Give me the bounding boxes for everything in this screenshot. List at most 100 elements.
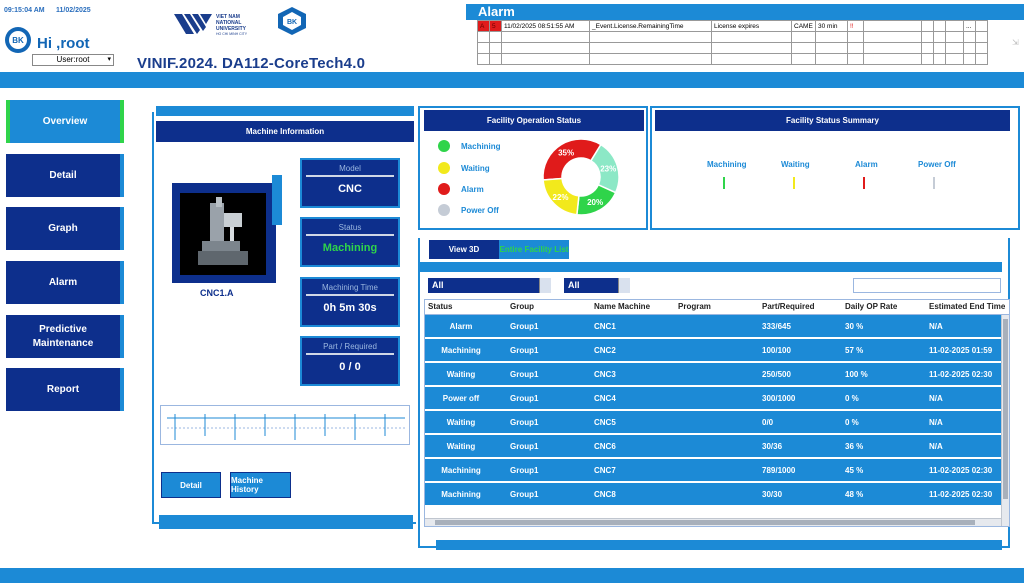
table-row[interactable]: Machining Group1 CNC2 100/100 57 % 11-02-2025… <box>425 339 1001 363</box>
col-name-machine[interactable]: Name Machine <box>594 302 650 311</box>
clock-date: 11/02/2025 <box>56 7 91 14</box>
cell-name-machine: CNC7 <box>594 466 616 475</box>
table-row[interactable]: Waiting Group1 CNC5 0/0 0 % N/A <box>425 411 1001 435</box>
cell-group: Group1 <box>510 394 539 403</box>
cell-daily-op-rate: 0 % <box>845 394 859 403</box>
machine-history-button[interactable]: Machine History <box>230 472 291 498</box>
tab-view-3d[interactable]: View 3D <box>429 240 499 259</box>
facility-table: Status Group Name Machine Program Part/R… <box>424 299 1010 527</box>
col-status[interactable]: Status <box>428 302 452 311</box>
donut-slice-label: 20% <box>587 198 603 207</box>
part-required-value: 0 / 0 <box>339 361 361 373</box>
model-value: CNC <box>338 183 362 195</box>
legend-machining-label: Machining <box>461 142 501 151</box>
cell-name-machine: CNC1 <box>594 322 616 331</box>
nav-report[interactable]: Report <box>6 368 124 411</box>
legend-alarm-dot <box>438 183 450 195</box>
search-input[interactable] <box>853 278 1001 293</box>
machining-time-label: Machining Time <box>306 281 394 296</box>
user-select[interactable]: User:root ▾ <box>32 54 114 66</box>
cell-status: Waiting <box>446 418 476 427</box>
col-part-required[interactable]: Part/Required <box>762 302 814 311</box>
col-daily-op-rate[interactable]: Daily OP Rate <box>845 302 897 311</box>
footer-band <box>0 568 1024 583</box>
donut-slice-label: 23% <box>600 165 616 174</box>
table-row[interactable]: Machining Group1 CNC8 30/30 48 % 11-02-2025 0… <box>425 483 1001 507</box>
operation-status-title: Facility Operation Status <box>424 110 644 131</box>
cell-part-required: 0/0 <box>762 418 774 427</box>
alarm-tag: _Event.License.RemainingTime <box>589 20 712 32</box>
table-header: Status Group Name Machine Program Part/R… <box>425 300 1009 315</box>
table-row[interactable]: Waiting Group1 CNC6 30/36 36 % N/A <box>425 435 1001 459</box>
clock-time: 09:15:04 AM <box>4 7 45 14</box>
summary-alarm-label: Alarm <box>855 160 878 169</box>
vertical-scrollbar[interactable] <box>1001 315 1009 526</box>
summary-machining-label: Machining <box>707 160 747 169</box>
cell-estimated-end-time: N/A <box>929 322 943 331</box>
bk-logo-icon: BK <box>4 26 32 54</box>
legend-waiting-label: Waiting <box>461 164 490 173</box>
cell-estimated-end-time: 11-02-2025 02:30 <box>929 490 993 499</box>
cell-part-required: 300/1000 <box>762 394 796 403</box>
status-value: Machining <box>322 242 378 254</box>
table-body: Alarm Group1 CNC1 333/645 30 % N/A Machining Gr… <box>425 315 1009 507</box>
col-estimated-end-time[interactable]: Estimated End Time <box>929 302 1005 311</box>
facility-list-strip <box>420 262 1002 272</box>
machine-image-frame <box>172 175 282 283</box>
cell-status: Machining <box>441 490 481 499</box>
cell-daily-op-rate: 45 % <box>845 466 864 475</box>
col-program[interactable]: Program <box>678 302 711 311</box>
tab-entire-facility-list[interactable]: Entire Facility List <box>499 240 569 259</box>
chevron-down-icon: ▾ <box>107 56 111 63</box>
vertical-scrollbar-thumb[interactable] <box>1003 319 1008 499</box>
nav-detail[interactable]: Detail <box>6 154 124 197</box>
alarm-scroll-icon[interactable]: ⇲ <box>1012 38 1019 47</box>
nav-overview[interactable]: Overview <box>6 100 124 143</box>
table-row[interactable]: Waiting Group1 CNC3 250/500 100 % 11-02-2025 … <box>425 363 1001 387</box>
legend-machining-dot <box>438 140 450 152</box>
cell-part-required: 333/645 <box>762 322 791 331</box>
cell-group: Group1 <box>510 322 539 331</box>
cell-estimated-end-time: N/A <box>929 394 943 403</box>
cell-part-required: 30/36 <box>762 442 783 451</box>
col-group[interactable]: Group <box>510 302 534 311</box>
legend-power-off-dot <box>438 204 450 216</box>
legend-power-off-label: Power Off <box>461 206 499 215</box>
horizontal-scrollbar[interactable] <box>425 518 1001 526</box>
cell-name-machine: CNC4 <box>594 394 616 403</box>
cell-name-machine: CNC3 <box>594 370 616 379</box>
summary-waiting-bar <box>793 177 795 189</box>
table-row[interactable]: Power off Group1 CNC4 300/1000 0 % N/A <box>425 387 1001 411</box>
alarm-flag: A <box>477 20 490 32</box>
alarm-more[interactable]: ... <box>963 20 976 32</box>
cell-estimated-end-time: 11-02-2025 01:59 <box>929 346 993 355</box>
cell-group: Group1 <box>510 490 539 499</box>
user-select-value: User:root <box>56 55 90 64</box>
svg-text:BK: BK <box>12 36 24 45</box>
alarm-table: A 5 11/02/2025 08:51:55 AM _Event.Licens… <box>477 20 988 65</box>
table-row[interactable]: Machining Group1 CNC7 789/1000 45 % 11-02-202… <box>425 459 1001 483</box>
model-box: Model CNC <box>300 158 400 208</box>
cell-daily-op-rate: 0 % <box>845 418 859 427</box>
cell-estimated-end-time: N/A <box>929 442 943 451</box>
horizontal-scrollbar-thumb[interactable] <box>435 520 975 525</box>
table-row[interactable]: Alarm Group1 CNC1 333/645 30 % N/A <box>425 315 1001 339</box>
group-filter-value: All <box>432 280 444 290</box>
cell-status: Waiting <box>446 370 476 379</box>
summary-waiting-label: Waiting <box>781 160 810 169</box>
detail-button[interactable]: Detail <box>161 472 221 498</box>
group-filter-select[interactable]: All <box>428 278 551 293</box>
machine-info-title: Machine Information <box>156 121 414 142</box>
part-required-box: Part / Required 0 / 0 <box>300 336 400 386</box>
greeting: Hi ,root <box>37 35 90 52</box>
nav-alarm[interactable]: Alarm <box>6 261 124 304</box>
alarm-row[interactable]: A 5 11/02/2025 08:51:55 AM _Event.Licens… <box>477 20 988 32</box>
status-filter-select[interactable]: All <box>564 278 630 293</box>
nav-predictive-maintenance[interactable]: Predictive Maintenance <box>6 315 124 358</box>
part-required-label: Part / Required <box>306 340 394 355</box>
project-title: VINIF.2024. DA112-CoreTech4.0 <box>137 55 366 72</box>
machine-name: CNC1.A <box>200 288 234 298</box>
nav-graph[interactable]: Graph <box>6 207 124 250</box>
cell-status: Machining <box>441 346 481 355</box>
chevron-down-icon <box>618 278 630 293</box>
